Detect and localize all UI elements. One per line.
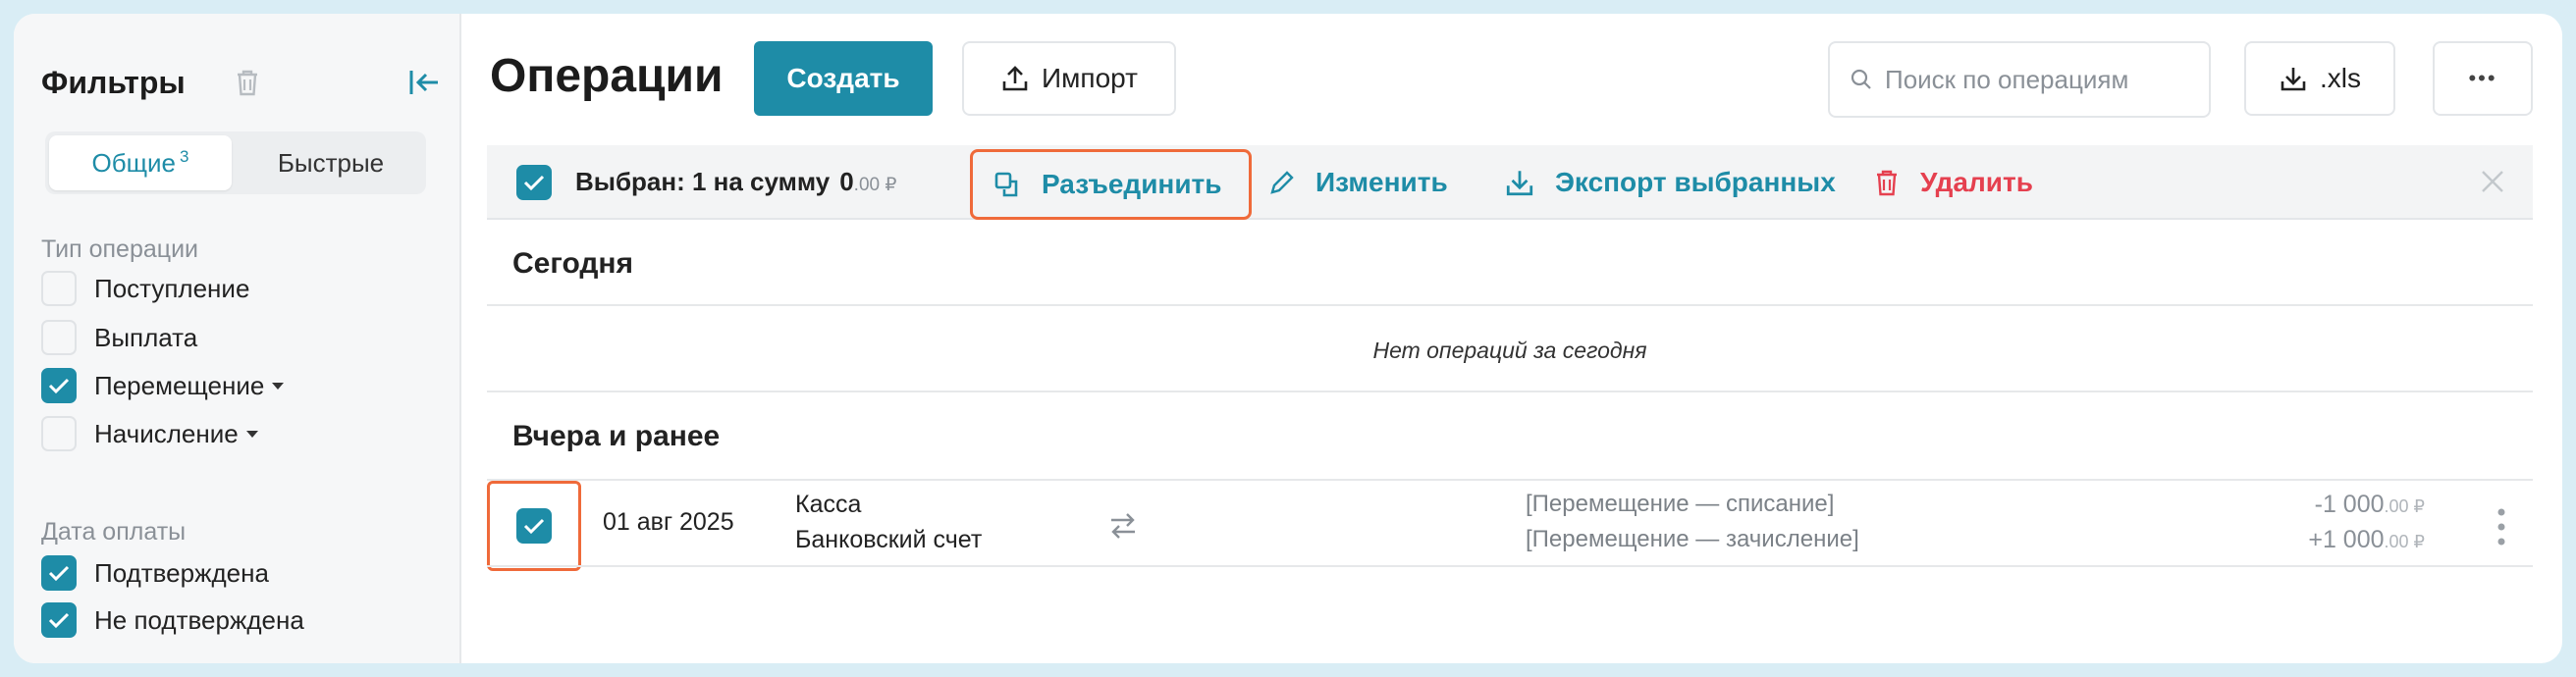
split-icon — [994, 172, 1018, 197]
checkbox-checked[interactable] — [516, 508, 552, 544]
check-icon — [523, 175, 545, 191]
app-window: Фильтры Общие 3 Быстрые Тип операции Пост… — [14, 14, 2562, 663]
row-select-checkbox[interactable] — [487, 481, 581, 571]
divider — [487, 479, 2533, 481]
split-button[interactable]: Разъединить — [970, 149, 1253, 220]
operation-date: 01 авг 2025 — [603, 508, 734, 536]
check-icon — [523, 518, 545, 535]
check-icon — [48, 378, 70, 394]
selection-amount-fraction: .00 ₽ — [853, 175, 897, 195]
empty-today-message: Нет операций за сегодня — [1372, 338, 1647, 363]
import-label: Импорт — [1042, 63, 1138, 93]
page-title: Операции — [490, 50, 724, 102]
filter-transfer-label: Перемещение — [94, 370, 265, 400]
export-xls-button[interactable]: .xls — [2244, 41, 2395, 116]
search-icon — [1851, 69, 1871, 89]
create-button[interactable]: Создать — [754, 41, 933, 116]
filter-unconfirmed-label: Не подтверждена — [94, 604, 304, 635]
amount-out-fraction: .00 ₽ — [2384, 496, 2425, 516]
divider — [487, 304, 2533, 306]
upload-icon — [1002, 66, 1028, 91]
filter-transfer[interactable]: Перемещение — [41, 366, 285, 405]
selection-amount: 0 — [839, 167, 854, 196]
pencil-icon — [1270, 171, 1294, 194]
checkbox[interactable] — [41, 271, 77, 306]
more-button[interactable]: ••• — [2433, 41, 2533, 116]
check-icon — [48, 565, 70, 582]
download-icon — [1506, 171, 1533, 196]
filter-confirmed-label: Подтверждена — [94, 557, 269, 588]
filter-income-label: Поступление — [94, 273, 250, 303]
checkbox[interactable] — [41, 320, 77, 355]
filter-payout[interactable]: Выплата — [41, 318, 197, 357]
select-all-checkbox[interactable] — [516, 165, 552, 200]
trash-icon — [1877, 170, 1897, 196]
row-menu-kebab-icon[interactable] — [2492, 504, 2511, 549]
search-input[interactable] — [1885, 64, 2199, 95]
group-title-payment-date: Дата оплаты — [41, 518, 187, 546]
check-icon — [48, 612, 70, 629]
clear-filters-trash-icon[interactable] — [234, 67, 261, 98]
tab-general-badge: 3 — [180, 147, 189, 166]
filter-confirmed[interactable]: Подтверждена — [41, 553, 269, 593]
filter-payout-label: Выплата — [94, 322, 198, 352]
import-button[interactable]: Импорт — [962, 41, 1176, 116]
amount-out: -1 000.00 ₽ — [2315, 491, 2425, 519]
search-box[interactable] — [1828, 41, 2211, 118]
filter-accrual-label: Начисление — [94, 418, 239, 448]
export-selected-label: Экспорт выбранных — [1555, 167, 1836, 197]
selection-label: Выбран: 1 на сумму — [575, 167, 831, 196]
export-selected-button[interactable]: Экспорт выбранных — [1504, 145, 1836, 220]
edit-label: Изменить — [1315, 167, 1448, 197]
filters-sidebar: Фильтры Общие 3 Быстрые Тип операции Пост… — [14, 14, 461, 663]
divider — [487, 391, 2533, 392]
delete-button[interactable]: Удалить — [1873, 145, 2033, 220]
operation-description-out: [Перемещение — списание] — [1526, 491, 1835, 517]
selection-summary: Выбран: 1 на сумму 0.00 ₽ — [575, 167, 896, 197]
checkbox-checked[interactable] — [41, 555, 77, 591]
close-icon[interactable] — [2478, 167, 2507, 201]
filters-title: Фильтры — [41, 65, 186, 100]
checkbox-checked[interactable] — [41, 368, 77, 403]
operation-description-in: [Перемещение — зачисление] — [1526, 526, 1859, 552]
tab-general[interactable]: Общие 3 — [49, 135, 232, 190]
caret-down-icon[interactable] — [245, 430, 258, 438]
checkbox-checked[interactable] — [41, 602, 77, 638]
delete-label: Удалить — [1920, 167, 2033, 197]
edit-button[interactable]: Изменить — [1268, 145, 1448, 220]
export-xls-label: .xls — [2320, 63, 2361, 93]
filter-accrual[interactable]: Начисление — [41, 414, 258, 453]
transfer-arrows-icon — [1107, 508, 1139, 544]
caret-down-icon[interactable] — [272, 382, 285, 390]
filters-header: Фильтры — [41, 59, 442, 106]
amount-in-value: +1 000 — [2308, 526, 2385, 553]
filter-tabs: Общие 3 Быстрые — [45, 131, 426, 194]
tab-quick-label: Быстрые — [277, 147, 385, 178]
selection-bar: Выбран: 1 на сумму 0.00 ₽ Разъединить Изм… — [487, 145, 2533, 220]
account-to: Банковский счет — [795, 526, 983, 553]
amount-in: +1 000.00 ₽ — [2308, 526, 2425, 554]
divider — [487, 565, 2533, 567]
filter-income[interactable]: Поступление — [41, 269, 249, 308]
filter-unconfirmed[interactable]: Не подтверждена — [41, 600, 304, 640]
tab-quick[interactable]: Быстрые — [240, 135, 422, 190]
tab-general-label: Общие — [91, 147, 177, 178]
group-title-operation-type: Тип операции — [41, 235, 199, 263]
section-title-today: Сегодня — [512, 247, 634, 280]
checkbox[interactable] — [41, 416, 77, 451]
section-title-earlier: Вчера и ранее — [512, 420, 721, 452]
amount-out-value: -1 000 — [2314, 491, 2385, 518]
amount-in-fraction: .00 ₽ — [2384, 532, 2425, 551]
split-label: Разъединить — [1042, 169, 1222, 199]
collapse-sidebar-icon[interactable] — [406, 65, 442, 100]
account-from: Касса — [795, 491, 862, 518]
download-icon — [2281, 68, 2306, 91]
